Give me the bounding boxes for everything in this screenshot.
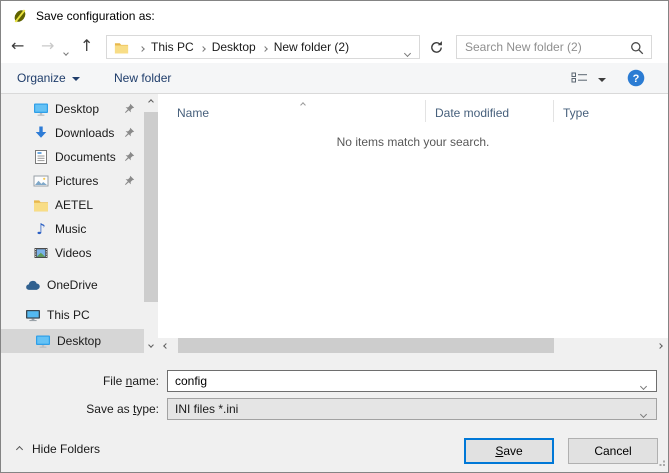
sort-ascending-icon (300, 96, 306, 110)
videos-icon (33, 245, 49, 261)
save-as-type-dropdown-icon[interactable] (639, 406, 648, 420)
up-button[interactable]: ↑ (80, 37, 93, 55)
scroll-right-icon[interactable] (652, 338, 668, 353)
refresh-icon[interactable] (429, 40, 444, 58)
sidebar-item-aetel[interactable]: AETEL (1, 193, 144, 217)
pin-icon (124, 103, 135, 117)
onedrive-icon (25, 277, 41, 293)
scroll-left-icon[interactable] (158, 338, 174, 353)
breadcrumb-desktop[interactable]: Desktop (212, 40, 256, 54)
svg-text:?: ? (633, 73, 640, 85)
breadcrumb-separator-icon[interactable] (261, 40, 268, 54)
breadcrumb-separator-icon[interactable] (139, 40, 145, 54)
sidebar-item-documents[interactable]: Documents (1, 145, 144, 169)
help-icon[interactable]: ? (627, 69, 645, 90)
pin-icon (124, 127, 135, 141)
save-button[interactable]: Save (464, 438, 554, 464)
save-as-type-label: Save as type: (86, 402, 159, 416)
desktop-icon (33, 101, 49, 117)
folder-icon (33, 197, 49, 213)
this-pc-icon (25, 307, 41, 323)
address-dropdown-icon[interactable] (403, 45, 412, 59)
search-box[interactable] (456, 35, 652, 59)
empty-message: No items match your search. (336, 135, 490, 149)
column-header-name[interactable]: Name (177, 106, 209, 120)
scroll-up-icon[interactable] (144, 94, 158, 110)
desktop-icon (35, 333, 51, 349)
titlebar: Save configuration as: (1, 1, 668, 31)
breadcrumb[interactable]: This PC Desktop New folder (2) (106, 35, 420, 59)
sidebar-item-this-pc[interactable]: This PC (1, 303, 144, 327)
window-title: Save configuration as: (36, 9, 155, 23)
view-dropdown-icon[interactable] (598, 78, 606, 82)
save-as-type-select[interactable]: INI files *.ini (167, 398, 657, 420)
scrollbar-thumb[interactable] (178, 338, 554, 353)
save-form: File name: Save as type: INI files *.ini (1, 353, 668, 431)
pin-icon (124, 175, 135, 189)
breadcrumb-separator-icon[interactable] (199, 40, 206, 54)
folder-icon[interactable] (114, 40, 129, 55)
search-icon[interactable] (630, 41, 644, 58)
file-name-dropdown-icon[interactable] (639, 378, 648, 392)
file-name-input[interactable] (167, 370, 657, 392)
music-icon: ♪ (36, 220, 46, 238)
pictures-icon (33, 173, 49, 189)
chevron-up-icon (15, 445, 24, 453)
file-list: Name Date modified Type No items match y… (158, 94, 668, 353)
navigation-pane: Desktop Downloads Documents Pictures AET… (1, 94, 144, 353)
new-folder-button[interactable]: New folder (114, 71, 171, 85)
history-dropdown-icon[interactable] (63, 44, 69, 58)
navigation-bar: ← → ↑ This PC Desktop New folder (2) (1, 31, 668, 63)
column-divider[interactable] (553, 100, 554, 122)
sidebar-scrollbar[interactable] (144, 94, 158, 353)
sidebar-item-desktop[interactable]: Desktop (1, 97, 144, 121)
search-input[interactable] (457, 36, 651, 58)
sidebar-item-desktop-selected[interactable]: Desktop (1, 329, 144, 353)
dialog-footer: Hide Folders Save Cancel (1, 431, 668, 472)
file-name-label: File name: (102, 374, 159, 388)
sidebar-item-music[interactable]: ♪ Music (1, 217, 144, 241)
scrollbar-thumb[interactable] (144, 112, 158, 302)
list-horizontal-scrollbar[interactable] (158, 338, 668, 353)
save-dialog-window: Save configuration as: ← → ↑ This PC Des… (0, 0, 669, 473)
column-header-type[interactable]: Type (563, 106, 589, 120)
resize-grip[interactable] (656, 456, 666, 470)
pin-icon (124, 151, 135, 165)
sidebar-item-downloads[interactable]: Downloads (1, 121, 144, 145)
scroll-down-icon[interactable] (144, 337, 158, 353)
back-button[interactable]: ← (11, 37, 24, 55)
change-view-icon[interactable] (571, 72, 591, 89)
forward-button[interactable]: → (41, 37, 54, 55)
hide-folders-button[interactable]: Hide Folders (15, 442, 100, 456)
command-toolbar: Organize New folder ? (1, 63, 668, 94)
breadcrumb-this-pc[interactable]: This PC (151, 40, 194, 54)
documents-icon (33, 149, 49, 165)
organize-dropdown-icon (71, 77, 80, 81)
downloads-icon (33, 125, 49, 141)
column-header-date-modified[interactable]: Date modified (435, 106, 509, 120)
app-icon (12, 8, 28, 24)
breadcrumb-new-folder[interactable]: New folder (2) (274, 40, 349, 54)
organize-button[interactable]: Organize (17, 71, 80, 85)
sidebar-item-onedrive[interactable]: OneDrive (1, 273, 144, 297)
cancel-button[interactable]: Cancel (568, 438, 658, 464)
column-divider[interactable] (425, 100, 426, 122)
sidebar-item-videos[interactable]: Videos (1, 241, 144, 265)
sidebar-item-pictures[interactable]: Pictures (1, 169, 144, 193)
